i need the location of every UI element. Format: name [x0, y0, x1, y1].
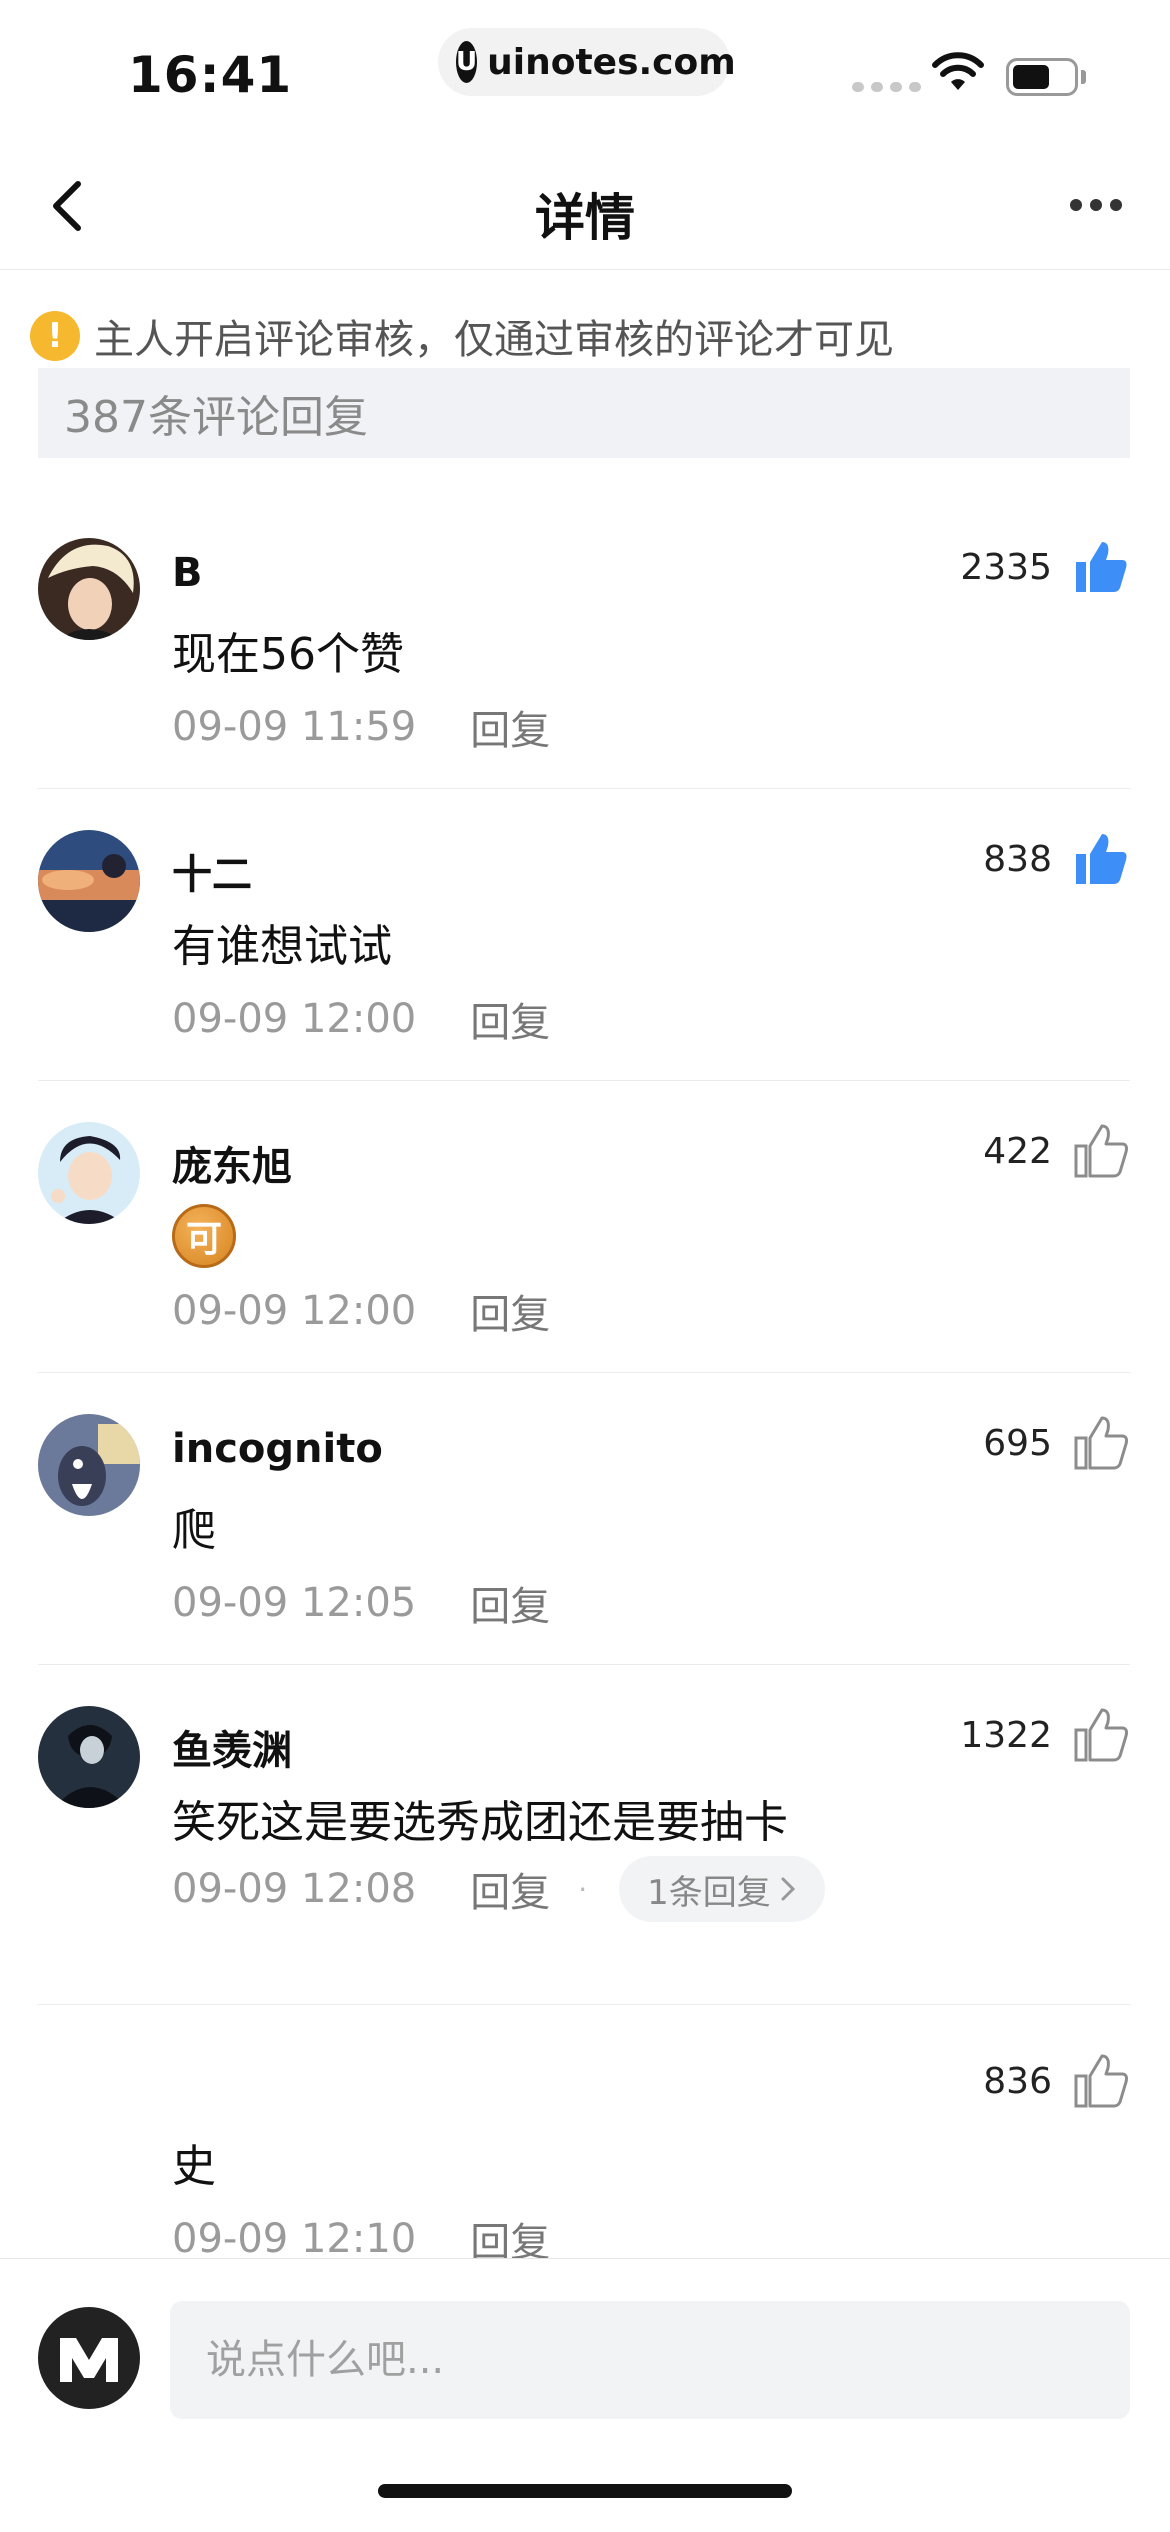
like-count: 2335: [960, 546, 1052, 588]
comment-text: 爬: [172, 1505, 216, 1556]
avatar[interactable]: [38, 538, 140, 640]
avatar[interactable]: [38, 1122, 140, 1224]
comment-text: 笑死这是要选秀成团还是要抽卡: [172, 1797, 788, 1848]
like-count: 422: [983, 1130, 1052, 1172]
divider: [38, 1372, 1130, 1373]
view-replies-button[interactable]: 1条回复: [619, 1856, 825, 1922]
like-button[interactable]: 695: [983, 1414, 1130, 1472]
comment-time: 09-09 12:00: [172, 996, 417, 1042]
divider: [38, 2004, 1130, 2005]
comment-meta: 09-09 12:00 回复: [172, 1282, 550, 1340]
cellular-signal-icon: [852, 82, 921, 92]
like-count: 695: [983, 1422, 1052, 1464]
thumbs-up-outline-icon: [1074, 1708, 1128, 1762]
like-button[interactable]: 422: [983, 1122, 1130, 1180]
comment-count-bar: 387条评论回复: [38, 368, 1130, 458]
comment-item: 十二 838 有谁想试试 09-09 12:00 回复: [38, 830, 1130, 1080]
reply-count-label: 1条回复: [647, 1872, 771, 1913]
reply-button[interactable]: 回复: [470, 1574, 550, 1632]
thumbs-up-outline-icon: [1074, 1124, 1128, 1178]
home-indicator[interactable]: [378, 2484, 792, 2498]
comment-text: 史: [172, 2141, 216, 2192]
battery-icon: [1006, 58, 1078, 96]
divider: [38, 1080, 1130, 1081]
comment-time: 09-09 12:10: [172, 2216, 417, 2258]
thumbs-up-filled-icon: [1076, 542, 1127, 592]
comment-time: 09-09 12:00: [172, 1288, 417, 1334]
comment-text: 有谁想试试: [172, 921, 392, 972]
comment-time: 09-09 12:08: [172, 1866, 417, 1912]
wifi-icon: [932, 52, 984, 90]
review-notice: ! 主人开启评论审核，仅通过审核的评论才可见: [30, 308, 894, 364]
comment-username[interactable]: 鱼羡渊: [172, 1718, 292, 1776]
comment-item: incognito 695 爬 09-09 12:05 回复: [38, 1414, 1130, 1664]
comment-time: 09-09 12:05: [172, 1580, 417, 1626]
page-title: 详情: [535, 189, 635, 247]
comment-time: 09-09 11:59: [172, 704, 417, 750]
comment-username[interactable]: B: [172, 550, 203, 596]
like-button[interactable]: 1322: [960, 1706, 1130, 1764]
meta-dot: ·: [578, 1872, 588, 1906]
url-text: uinotes.com: [487, 41, 736, 83]
avatar[interactable]: [38, 1706, 140, 1808]
comment-count: 387条评论回复: [64, 392, 368, 443]
comment-item: 鱼羡渊 1322 笑死这是要选秀成团还是要抽卡 09-09 12:08 回复 ·…: [38, 1706, 1130, 1996]
thumbs-up-filled-icon: [1076, 834, 1127, 884]
nav-bar: 详情: [0, 140, 1170, 270]
status-bar: 16:41 U uinotes.com: [0, 0, 1170, 130]
like-count: 838: [983, 838, 1052, 880]
reply-button[interactable]: 回复: [470, 698, 550, 756]
thumbs-up-outline-icon: [1074, 1416, 1128, 1470]
coin-emoji-icon: 可: [172, 1204, 236, 1268]
avatar[interactable]: [38, 1414, 140, 1516]
more-dots-icon[interactable]: [1070, 190, 1134, 220]
reply-button[interactable]: 回复: [470, 1860, 550, 1918]
avatar[interactable]: [38, 830, 140, 932]
like-button[interactable]: 838: [983, 830, 1130, 888]
comment-meta: 09-09 12:05 回复: [172, 1574, 550, 1632]
comment-text: 现在56个赞: [172, 629, 404, 680]
reply-button[interactable]: 回复: [470, 990, 550, 1048]
comment-meta: 09-09 11:59 回复: [172, 698, 550, 756]
comment-username[interactable]: 庞东旭: [172, 1134, 292, 1192]
like-button[interactable]: 2335: [960, 538, 1130, 596]
comment-meta: 09-09 12:10 回复: [172, 2210, 550, 2258]
comment-item: 836 史 09-09 12:10 回复: [38, 2046, 1130, 2258]
divider: [38, 788, 1130, 789]
warning-icon: !: [30, 311, 80, 361]
status-time: 16:41: [128, 46, 293, 104]
comment-input[interactable]: [170, 2301, 1130, 2419]
comment-username[interactable]: 十二: [172, 842, 252, 900]
divider: [38, 1664, 1130, 1665]
comment-meta: 09-09 12:00 回复: [172, 990, 550, 1048]
user-avatar-icon[interactable]: [38, 2307, 140, 2409]
reply-button[interactable]: 回复: [470, 1282, 550, 1340]
comment-meta: 09-09 12:08 回复 · 1条回复: [172, 1856, 825, 1922]
url-pill[interactable]: U uinotes.com: [438, 28, 736, 96]
chevron-right-icon: [781, 1877, 795, 1901]
like-count: 1322: [960, 1714, 1052, 1756]
comment-item: 庞东旭 422 可 09-09 12:00 回复: [38, 1122, 1130, 1372]
thumbs-up-outline-icon: [1074, 2054, 1128, 2108]
reply-button[interactable]: 回复: [470, 2210, 550, 2258]
battery-tip: [1081, 70, 1086, 84]
like-count: 836: [983, 2060, 1052, 2102]
site-logo-icon: U: [456, 41, 478, 83]
like-button[interactable]: 836: [983, 2052, 1130, 2110]
notice-text: 主人开启评论审核，仅通过审核的评论才可见: [94, 317, 894, 363]
comment-username[interactable]: incognito: [172, 1426, 383, 1472]
comment-item: B 2335 现在56个赞 09-09 11:59 回复: [38, 538, 1130, 788]
